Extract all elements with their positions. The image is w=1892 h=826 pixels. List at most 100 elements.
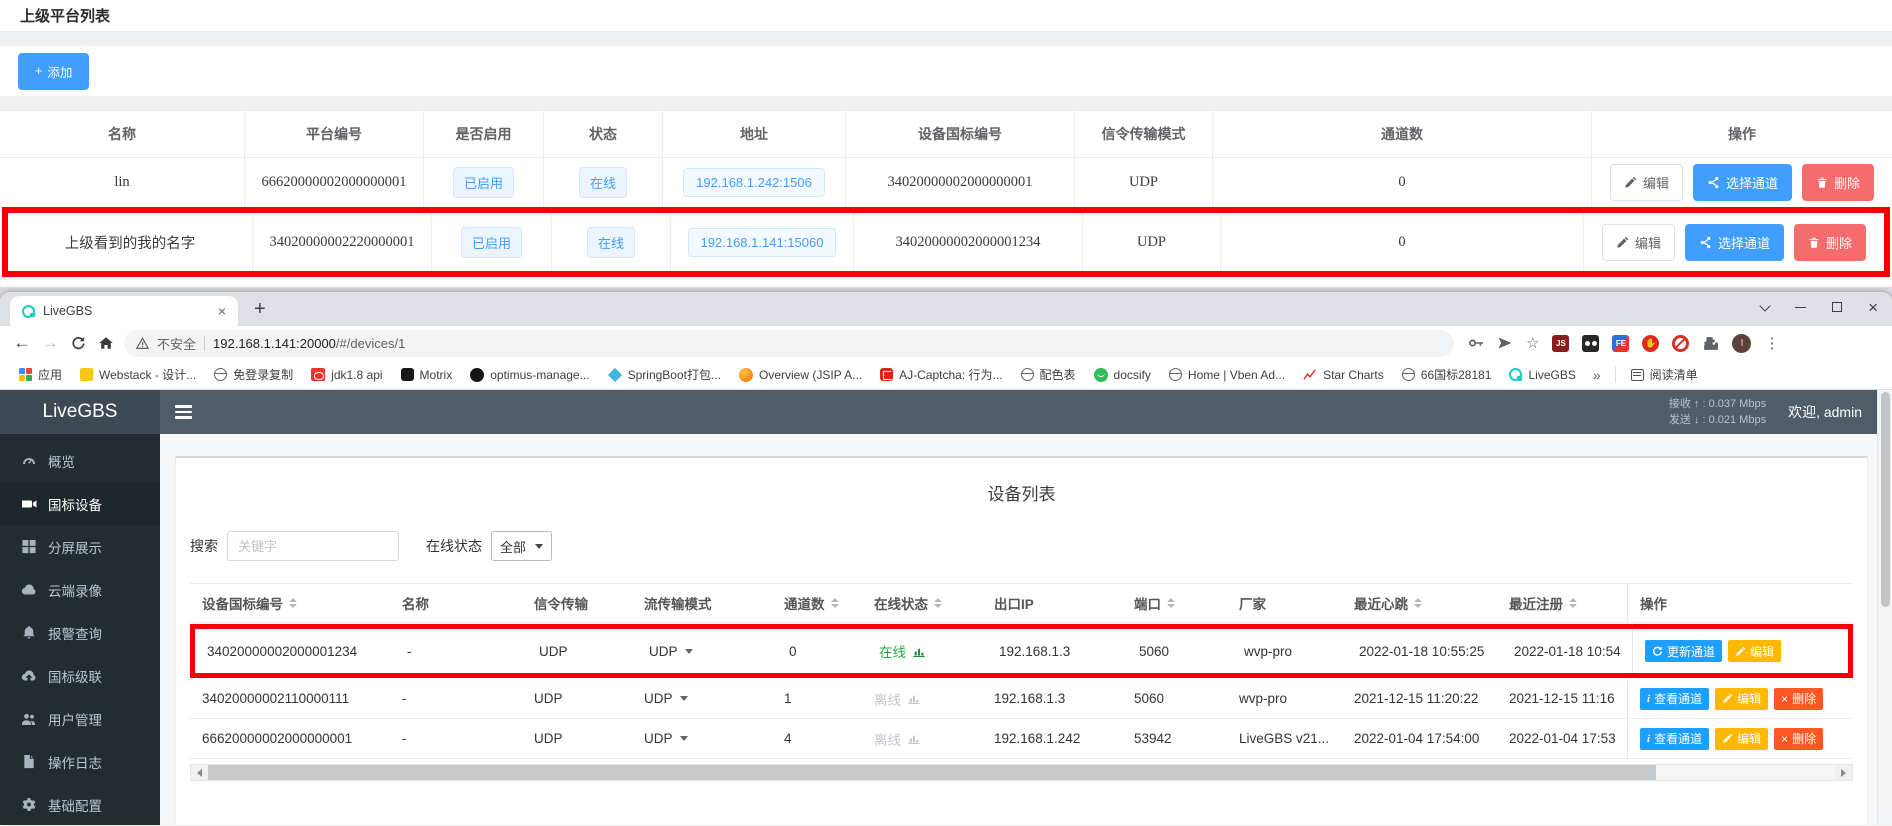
online-status-select[interactable]: 全部 — [491, 531, 552, 561]
forward-icon[interactable]: → — [36, 329, 64, 357]
bookmark-item[interactable]: Home | Vben Ad... — [1160, 368, 1294, 382]
video-camera-icon — [21, 496, 37, 512]
cell-channels: 4 — [772, 731, 862, 746]
scroll-right-icon[interactable] — [1835, 765, 1852, 780]
traffic-chart-icon[interactable] — [912, 645, 926, 658]
livegbs-icon — [1509, 368, 1522, 381]
minimize-icon[interactable] — [1795, 307, 1806, 308]
sidebar-item-gb-cascade[interactable]: 国标级联 — [0, 654, 160, 697]
delete-button[interactable]: ×删除 — [1774, 728, 1823, 750]
reading-list-button[interactable]: 阅读清单 — [1622, 366, 1707, 383]
new-tab-button[interactable]: + — [254, 298, 266, 321]
bookmark-item[interactable]: Star Charts — [1294, 368, 1393, 382]
close-icon[interactable]: × — [1868, 299, 1878, 316]
stream-mode-dropdown[interactable]: UDP — [644, 691, 688, 706]
extensions-puzzle-icon[interactable] — [1702, 335, 1719, 352]
select-channel-button[interactable]: 选择通道 — [1685, 224, 1784, 261]
edit-button[interactable]: 编辑 — [1610, 164, 1683, 201]
bookmark-item[interactable]: jdk1.8 api — [302, 368, 391, 382]
hand-blocker-extension-icon[interactable]: ✋ — [1642, 335, 1659, 352]
view-channels-button[interactable]: i查看通道 — [1640, 728, 1709, 750]
view-channels-button[interactable]: i查看通道 — [1640, 688, 1709, 710]
col-header-sortable[interactable]: 通道数 — [772, 593, 862, 613]
edit-button[interactable]: 编辑 — [1715, 688, 1768, 710]
sidebar-item-overview[interactable]: 概览 — [0, 439, 160, 482]
pencil-icon — [1624, 176, 1637, 189]
sidebar-item-operation-log[interactable]: 操作日志 — [0, 740, 160, 783]
scroll-left-icon[interactable] — [191, 765, 208, 780]
bookmarks-overflow-icon[interactable]: » — [1585, 367, 1609, 383]
bookmark-item[interactable]: AJ-Captcha: 行为... — [871, 366, 1011, 383]
reload-icon[interactable] — [64, 329, 92, 357]
stream-mode-dropdown[interactable]: UDP — [649, 644, 693, 659]
bookmark-item[interactable]: Overview (JSIP A... — [730, 368, 871, 382]
sidebar-item-cloud-record[interactable]: 云端录像 — [0, 568, 160, 611]
traffic-chart-icon[interactable] — [907, 692, 921, 705]
bookmark-item[interactable]: SpringBoot打包... — [599, 366, 730, 383]
js-extension-icon[interactable]: JS — [1552, 335, 1569, 352]
vertical-scrollbar[interactable] — [1877, 390, 1892, 825]
traffic-chart-icon[interactable] — [907, 732, 921, 745]
edit-button[interactable]: 编辑 — [1728, 640, 1781, 662]
sidebar-item-gb-devices[interactable]: 国标设备 — [0, 482, 160, 525]
chevron-down-icon[interactable] — [1759, 300, 1770, 311]
tab-close-icon[interactable]: × — [218, 303, 226, 319]
bookmark-item[interactable]: optimus-manage... — [461, 368, 598, 382]
bookmark-apps[interactable]: 应用 — [10, 366, 71, 383]
search-input[interactable] — [227, 531, 399, 561]
scrollbar-thumb[interactable] — [1881, 392, 1890, 607]
platform-table-header: 名称 平台编号 是否启用 状态 地址 设备国标编号 信令传输模式 通道数 操作 — [0, 111, 1892, 157]
sidebar-item-user-management[interactable]: 用户管理 — [0, 697, 160, 740]
delete-button[interactable]: 删除 — [1794, 224, 1866, 261]
col-header-sortable[interactable]: 最近心跳 — [1342, 593, 1497, 613]
bookmark-item[interactable]: 免登录复制 — [205, 366, 302, 383]
bookmark-item[interactable]: 66国标28181 — [1393, 366, 1501, 383]
edit-button[interactable]: 编辑 — [1715, 728, 1768, 750]
adblock-extension-icon[interactable] — [1672, 335, 1689, 352]
scrollbar-thumb[interactable] — [208, 765, 1656, 780]
sidebar-item-split-screen[interactable]: 分屏展示 — [0, 525, 160, 568]
cell-registered: 2021-12-15 11:16 — [1497, 691, 1627, 706]
add-button[interactable]: +添加 — [18, 53, 89, 90]
select-channel-button[interactable]: 选择通道 — [1693, 164, 1792, 201]
fe-extension-icon[interactable]: FE — [1612, 335, 1629, 352]
bookmark-item[interactable]: LiveGBS — [1500, 368, 1584, 382]
delete-button[interactable]: ×删除 — [1774, 688, 1823, 710]
col-header-sortable[interactable]: 端口 — [1122, 593, 1227, 613]
browser-menu-icon[interactable]: ⋮ — [1764, 334, 1779, 352]
stream-mode-dropdown[interactable]: UDP — [644, 731, 688, 746]
sort-icon — [934, 598, 942, 609]
hamburger-icon[interactable] — [175, 405, 192, 418]
sidebar-item-alarm-query[interactable]: 报警查询 — [0, 611, 160, 654]
bookmark-star-icon[interactable]: ☆ — [1526, 334, 1539, 352]
delete-button[interactable]: 删除 — [1802, 164, 1874, 201]
sidebar-item-basic-config[interactable]: 基础配置 — [0, 783, 160, 825]
welcome-user[interactable]: 欢迎, admin — [1788, 402, 1862, 422]
glasses-extension-icon[interactable] — [1582, 335, 1599, 352]
bookmark-item[interactable]: Webstack - 设计... — [71, 366, 205, 383]
home-icon[interactable] — [92, 329, 120, 357]
browser-tab[interactable]: LiveGBS × — [10, 296, 238, 326]
key-icon[interactable] — [1468, 335, 1484, 351]
security-label[interactable]: 不安全 — [157, 334, 196, 353]
edit-button[interactable]: 编辑 — [1602, 224, 1675, 261]
gear-icon — [21, 797, 37, 813]
cell-actions: 编辑 选择通道 删除 — [1584, 213, 1884, 271]
col-header-sortable[interactable]: 最近注册 — [1497, 593, 1627, 613]
bookmark-item[interactable]: docsify — [1085, 368, 1160, 382]
bookmark-item[interactable]: Motrix — [392, 368, 462, 382]
address-bar[interactable]: 不安全 192.168.1.141:20000/#/devices/1 — [124, 330, 1454, 357]
horizontal-scrollbar[interactable] — [190, 764, 1853, 781]
back-icon[interactable]: ← — [8, 329, 36, 357]
url-text[interactable]: 192.168.1.141:20000/#/devices/1 — [213, 336, 405, 351]
maximize-icon[interactable] — [1832, 302, 1842, 312]
col-header-sortable[interactable]: 在线状态 — [862, 593, 982, 613]
app-logo[interactable]: LiveGBS — [0, 390, 160, 434]
cell-signal: UDP — [522, 731, 632, 746]
profile-avatar[interactable]: I — [1732, 334, 1751, 353]
bookmark-item[interactable]: 配色表 — [1012, 366, 1085, 383]
grid-icon — [21, 539, 37, 554]
update-channels-button[interactable]: 更新通道 — [1645, 640, 1722, 662]
col-header-sortable[interactable]: 设备国标编号 — [190, 593, 390, 613]
send-icon[interactable] — [1497, 335, 1513, 351]
